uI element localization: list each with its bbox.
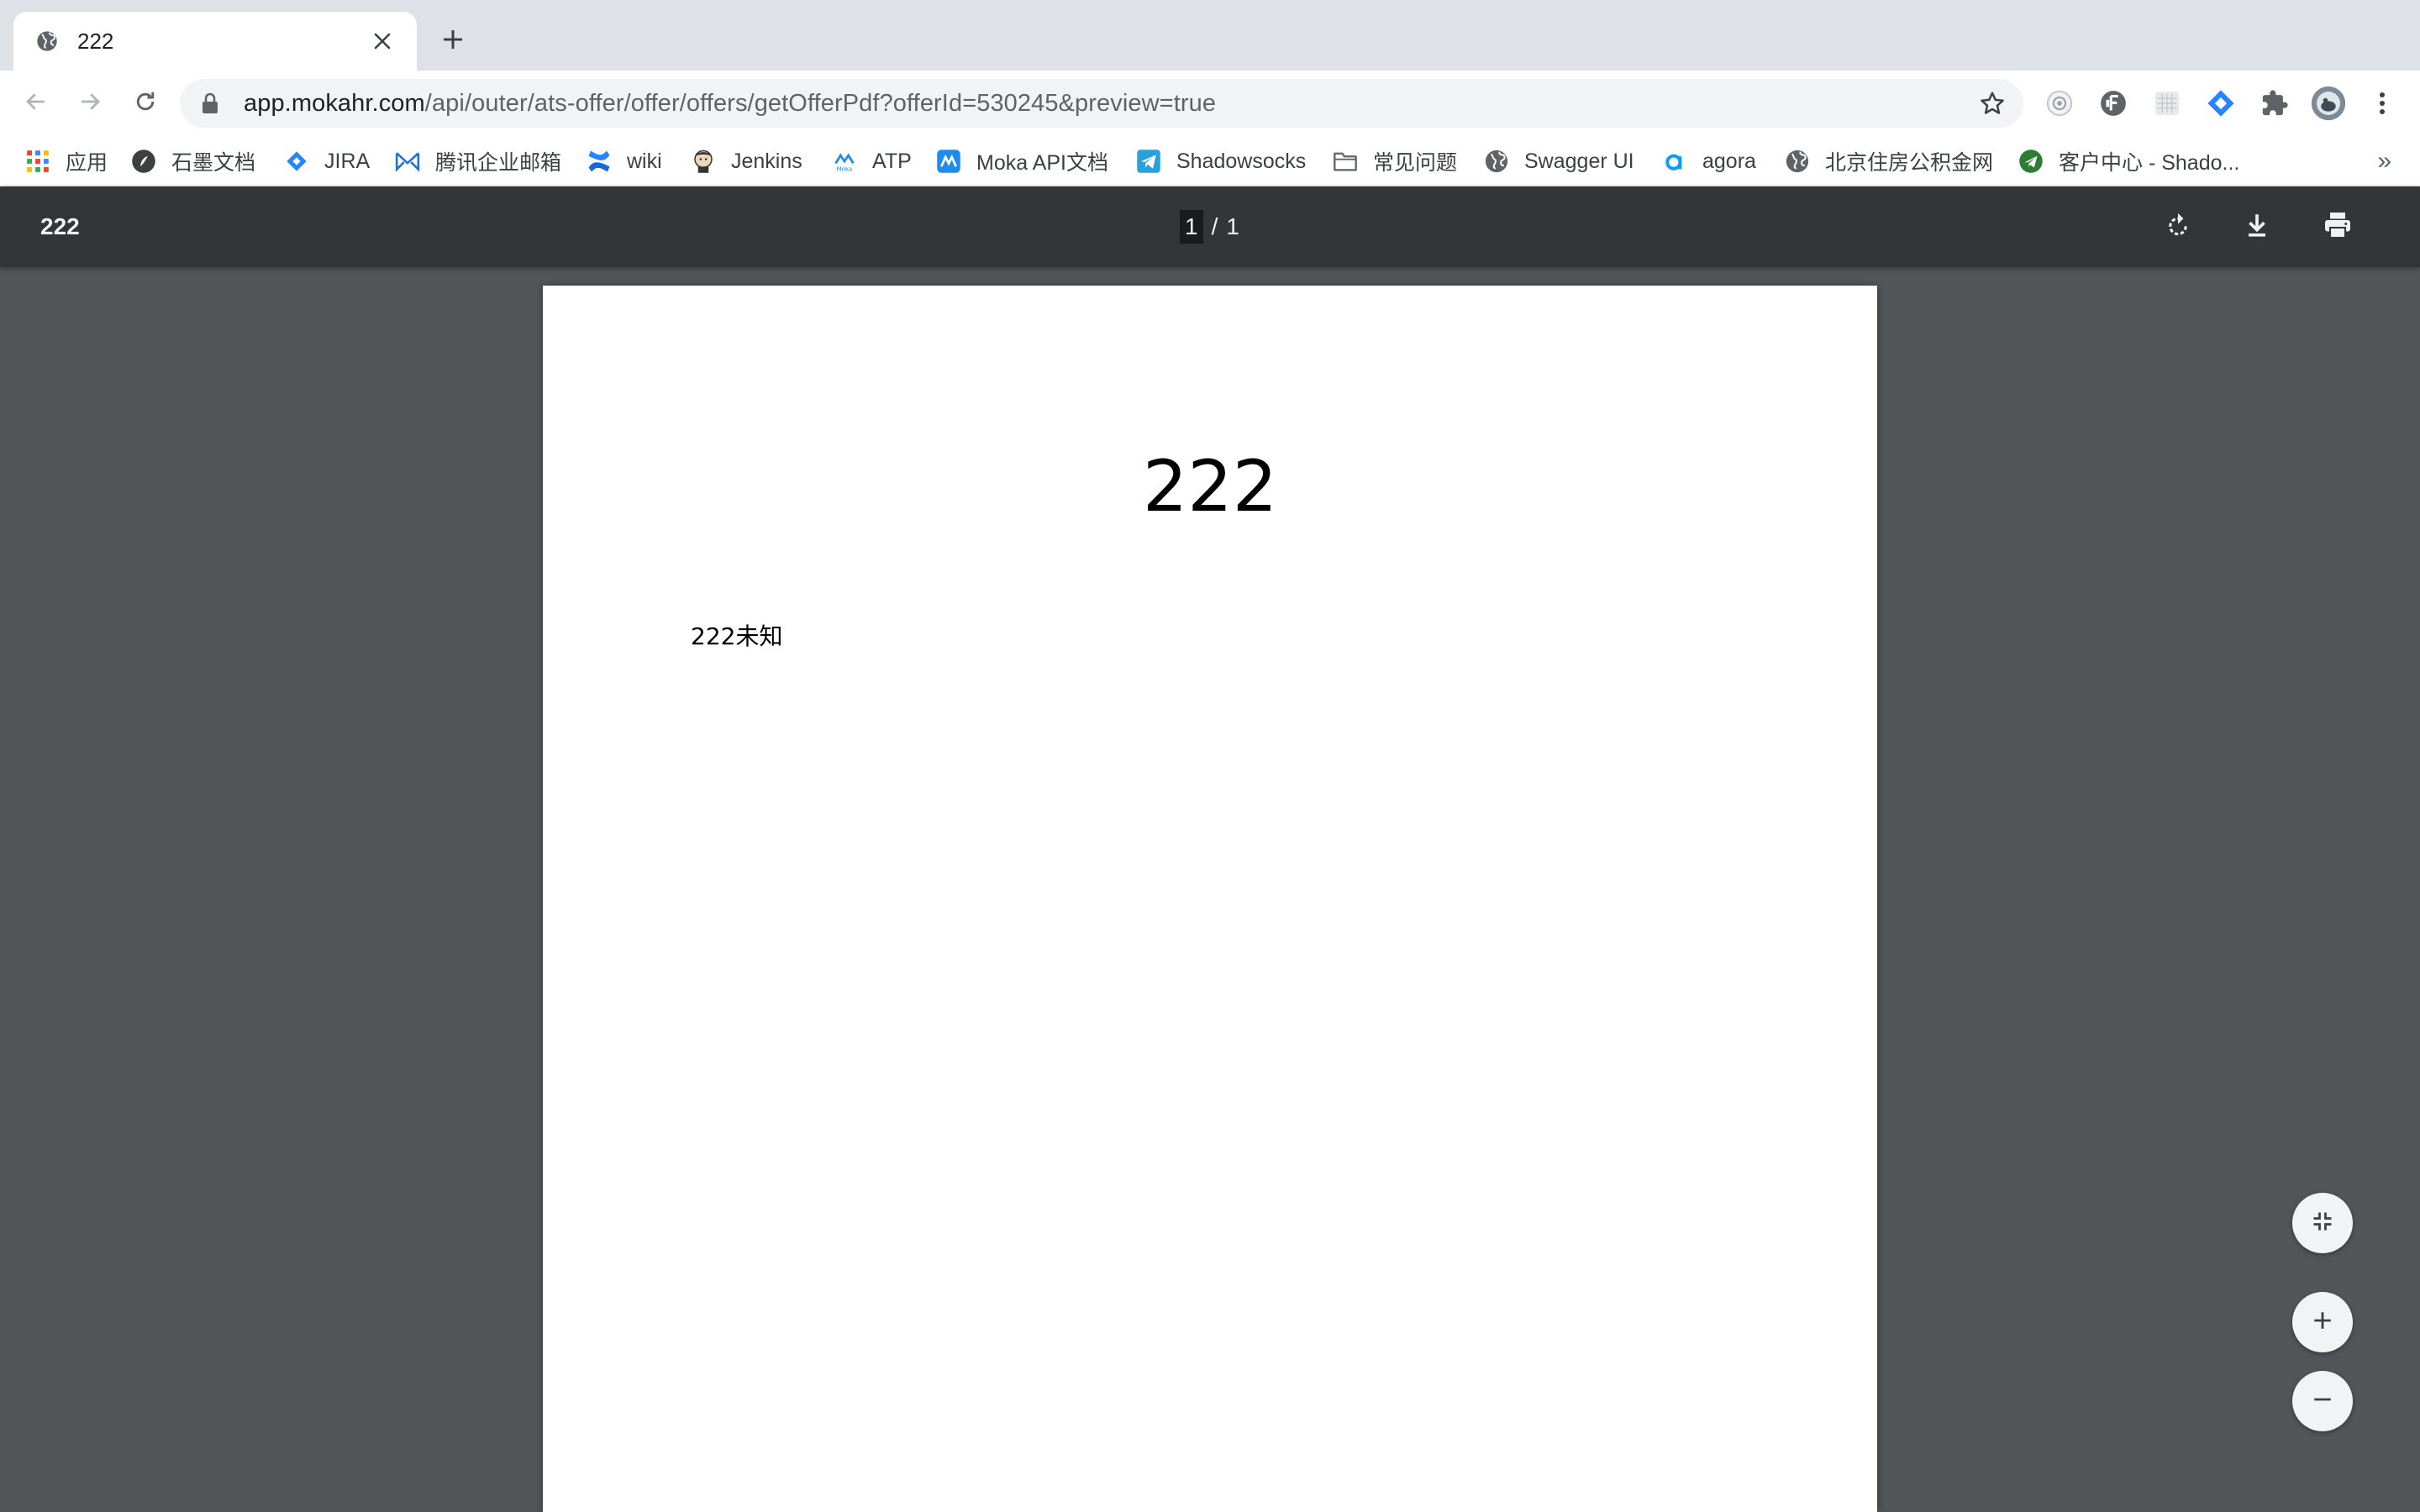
bookmark-label: Swagger UI: [1524, 149, 1634, 173]
page-number-input[interactable]: 1: [1180, 210, 1203, 244]
url-text: app.mokahr.com/api/outer/ats-offer/offer…: [244, 90, 1216, 118]
folder-icon: [1333, 149, 1358, 174]
fit-page-icon: [2311, 1210, 2334, 1237]
agora-icon: [1662, 149, 1687, 174]
tencent-mail-icon: [395, 149, 420, 174]
close-icon[interactable]: [368, 27, 397, 55]
apps-grid-icon: [25, 149, 50, 174]
jenkins-icon: [691, 149, 716, 174]
page-indicator: 1 / 1: [1180, 210, 1239, 244]
zoom-in-button[interactable]: [2292, 1292, 2353, 1352]
jira-extension-icon[interactable]: [2202, 84, 2240, 123]
bookmark-label: agora: [1702, 149, 1756, 173]
bookmark-label: 石墨文档: [171, 151, 256, 175]
avatar[interactable]: [2309, 84, 2348, 123]
bookmark-housing-fund[interactable]: 北京住房公积金网: [1785, 143, 1993, 180]
minus-icon: [2312, 1389, 2333, 1415]
url-path: /api/outer/ats-offer/offer/offers/getOff…: [424, 89, 1217, 117]
browser-toolbar: app.mokahr.com/api/outer/ats-offer/offer…: [0, 71, 2420, 136]
globe-icon: [1785, 149, 1810, 174]
document-heading: 222: [1142, 445, 1278, 528]
tab-title: 222: [77, 28, 114, 54]
shimo-icon: [131, 149, 156, 174]
moka-api-icon: [936, 149, 961, 174]
shadow-icon: [2018, 149, 2044, 174]
rotate-button[interactable]: [2158, 207, 2198, 247]
bookmark-label: 腾讯企业邮箱: [435, 151, 562, 175]
bookmark-jenkins[interactable]: Jenkins: [691, 143, 802, 180]
confluence-icon: [587, 149, 612, 174]
print-button[interactable]: [2317, 207, 2358, 247]
bookmarks-overflow-button[interactable]: »: [2377, 143, 2391, 180]
bookmark-tencent-mail[interactable]: 腾讯企业邮箱: [395, 143, 561, 180]
bookmark-agora[interactable]: agora: [1662, 143, 1756, 180]
jira-icon: [284, 149, 309, 174]
plus-icon: [2312, 1310, 2333, 1336]
moka-icon: Moka: [832, 149, 857, 174]
bookmark-jira[interactable]: JIRA: [284, 143, 370, 180]
bookmark-apps[interactable]: 应用: [25, 143, 108, 180]
extension-f-icon[interactable]: [2094, 84, 2133, 123]
bookmark-swagger[interactable]: Swagger UI: [1484, 143, 1634, 180]
bookmark-atp[interactable]: Moka ATP: [832, 143, 912, 180]
pdf-toolbar: 222 1 / 1: [0, 186, 2420, 267]
bookmark-label: 应用: [66, 151, 108, 175]
bookmark-label: Shadowsocks: [1176, 149, 1307, 173]
bookmark-label: 常见问题: [1373, 151, 1458, 175]
address-bar[interactable]: app.mokahr.com/api/outer/ats-offer/offer…: [180, 79, 2023, 128]
browser-tab[interactable]: 222: [13, 12, 417, 71]
svg-text:Moka: Moka: [837, 166, 853, 173]
lock-icon: [198, 92, 222, 115]
download-icon: [2243, 211, 2271, 244]
bookmark-label: JIRA: [324, 149, 371, 173]
star-icon[interactable]: [1976, 87, 2008, 119]
document-body-text: 222未知: [691, 622, 783, 650]
globe-icon: [1484, 149, 1509, 174]
extension-camera-icon[interactable]: [2040, 84, 2079, 123]
bookmarks-bar: 应用 石墨文档 JIRA 腾讯企业邮箱 wiki Jenkins Moka AT…: [0, 136, 2420, 186]
reload-icon: [133, 89, 158, 118]
arrow-left-icon: [24, 89, 49, 118]
reload-button[interactable]: [126, 84, 165, 123]
plus-icon: [442, 29, 464, 55]
bookmark-customer-center[interactable]: 客户中心 - Shado...: [2018, 143, 2239, 180]
bookmark-label: 客户中心 - Shado...: [2059, 151, 2240, 175]
pdf-page: 222 222未知: [543, 286, 1877, 1512]
fit-to-page-button[interactable]: [2292, 1193, 2353, 1253]
forward-button[interactable]: [71, 84, 109, 123]
bookmark-moka-api[interactable]: Moka API文档: [936, 143, 1108, 180]
extension-pattern-icon[interactable]: [2148, 84, 2186, 123]
bookmark-label: Moka API文档: [976, 151, 1108, 175]
arrow-right-icon: [77, 89, 103, 118]
rotate-icon: [2164, 211, 2192, 244]
globe-icon: [34, 28, 60, 55]
print-icon: [2323, 210, 2353, 244]
page-total: 1: [1226, 213, 1239, 239]
bookmark-faq-folder[interactable]: 常见问题: [1333, 143, 1457, 180]
page-separator: /: [1211, 213, 1218, 239]
download-button[interactable]: [2237, 207, 2277, 247]
url-host: app.mokahr.com: [244, 89, 425, 117]
pdf-title: 222: [40, 213, 80, 239]
kebab-menu-icon[interactable]: [2363, 84, 2402, 123]
back-button[interactable]: [17, 84, 55, 123]
tab-strip: 222: [0, 0, 2420, 71]
zoom-out-button[interactable]: [2292, 1371, 2353, 1431]
bookmark-label: ATP: [872, 149, 912, 173]
bookmark-shimo[interactable]: 石墨文档: [131, 143, 255, 180]
bookmark-label: wiki: [627, 149, 662, 173]
new-tab-button[interactable]: [435, 24, 471, 59]
bookmark-label: Jenkins: [731, 149, 802, 173]
bookmark-label: 北京住房公积金网: [1825, 151, 1994, 175]
telegram-icon: [1136, 149, 1161, 174]
bookmark-wiki[interactable]: wiki: [587, 143, 662, 180]
bookmark-shadowsocks[interactable]: Shadowsocks: [1136, 143, 1306, 180]
puzzle-icon[interactable]: [2255, 84, 2294, 123]
